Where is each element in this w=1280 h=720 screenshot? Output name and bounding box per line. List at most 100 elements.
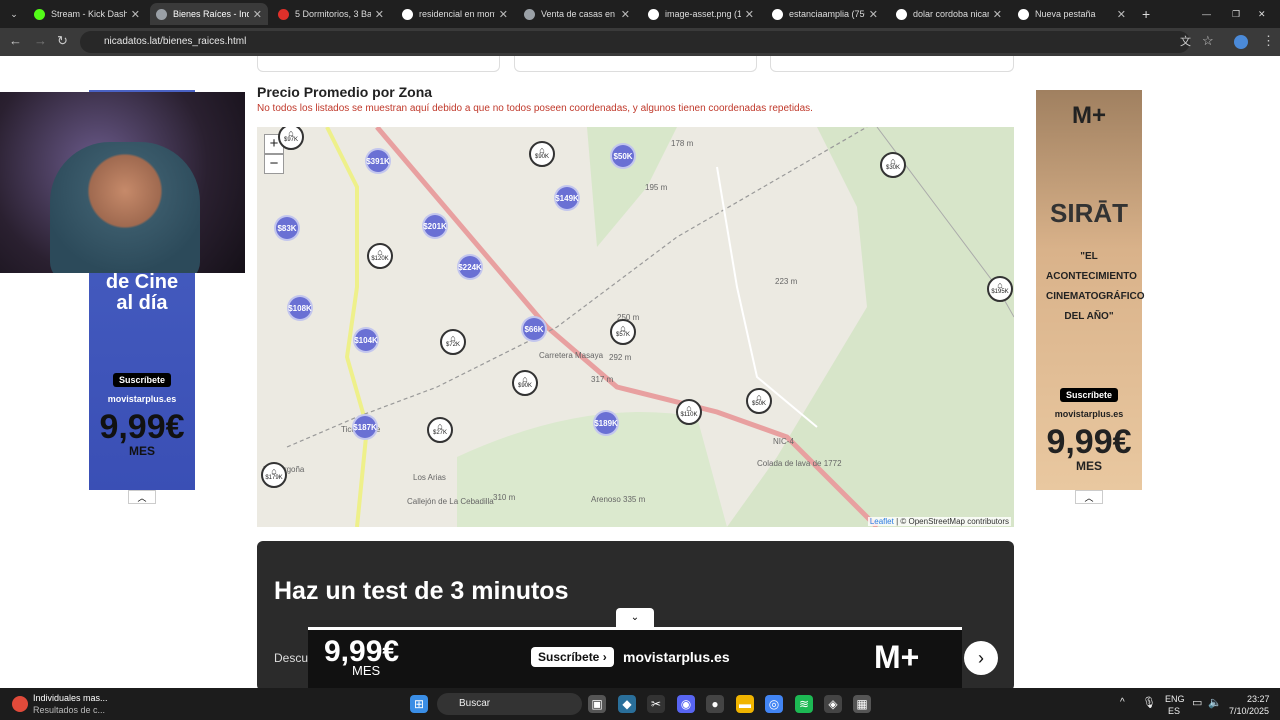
url-field[interactable]: nicadatos.lat/bienes_raices.html	[80, 31, 1190, 53]
listing-marker[interactable]: ⌂ $195K	[987, 276, 1013, 302]
start-icon[interactable]: ⊞	[410, 695, 428, 713]
left-ad-subscribe-button[interactable]: Suscríbete	[112, 373, 172, 387]
listing-marker[interactable]: ⌂ $90K	[529, 141, 555, 167]
bottom-ad-collapse-icon[interactable]: ⌄	[616, 608, 654, 628]
zone-price-marker[interactable]: $108K	[287, 295, 313, 321]
listing-marker[interactable]: ⌂ $27K	[427, 417, 453, 443]
notification-title[interactable]: Individuales mas...	[33, 693, 108, 703]
mic-icon[interactable]: 🎙	[1142, 696, 1156, 709]
listing-price: $110K	[680, 412, 698, 418]
tab-close-icon[interactable]: ✕	[1117, 8, 1126, 21]
zone-price-marker[interactable]: $149K	[554, 185, 580, 211]
listing-marker[interactable]: ⌂ $57K	[610, 319, 636, 345]
discord-icon[interactable]: ◉	[677, 695, 695, 713]
spotify-icon[interactable]: ≋	[795, 695, 813, 713]
test-title: Haz un test de 3 minutos	[274, 577, 569, 605]
browser-tab[interactable]: Nueva pestaña ✕	[1012, 3, 1132, 25]
obs-icon[interactable]: ●	[706, 695, 724, 713]
bookmark-star-icon[interactable]: ☆	[1202, 33, 1214, 49]
tab-strip: ⌄ Stream - Kick Dashboa✕Bienes Raíces - …	[0, 0, 1280, 28]
browser-tab[interactable]: estanciaamplia (750 ✕	[766, 3, 884, 25]
close-window-button[interactable]: ✕	[1252, 3, 1272, 25]
zone-price-marker[interactable]: $83K	[274, 215, 300, 241]
browser-tab[interactable]: Bienes Raíces - Indica ✕	[150, 3, 268, 25]
listing-marker[interactable]: ⌂ $50K	[746, 388, 772, 414]
forward-icon[interactable]: →	[34, 33, 47, 48]
bottom-ad-subscribe-button[interactable]: Suscríbete ›	[531, 647, 614, 667]
zone-price-marker[interactable]: $391K	[365, 148, 391, 174]
reload-icon[interactable]: ↻	[57, 33, 68, 49]
browser-tab[interactable]: Stream - Kick Dashboa ✕	[28, 3, 146, 25]
bottom-ad[interactable]: 9,99€ MES Suscríbete › movistarplus.es M…	[308, 627, 998, 688]
zone-price-marker[interactable]: $50K	[610, 143, 636, 169]
tray-chevron-icon[interactable]: ^	[1120, 697, 1125, 708]
browser-tab[interactable]: 5 Dormitorios, 3 Baño ✕	[272, 3, 390, 25]
notification-icon[interactable]	[12, 696, 28, 712]
tab-close-icon[interactable]: ✕	[375, 8, 384, 21]
back-icon[interactable]: ←	[9, 33, 22, 48]
chrome-icon[interactable]: ◎	[765, 695, 783, 713]
webcam-overlay	[0, 92, 245, 273]
notification-subtitle[interactable]: Resultados de c...	[33, 705, 105, 715]
listing-marker[interactable]: ⌂ $110K	[676, 399, 702, 425]
listing-marker[interactable]: ⌂ $179K	[261, 462, 287, 488]
clock-time[interactable]: 23:27	[1247, 694, 1270, 704]
browser-tab[interactable]: Venta de casas en Cu ✕	[518, 3, 636, 25]
zone-price-marker[interactable]: $187K	[352, 414, 378, 440]
zoom-out-button[interactable]: −	[264, 154, 284, 174]
zone-price-marker[interactable]: $66K	[521, 316, 547, 342]
tab-close-icon[interactable]: ✕	[499, 8, 508, 21]
tab-close-icon[interactable]: ✕	[993, 8, 1002, 21]
listing-marker[interactable]: ⌂ $90K	[512, 370, 538, 396]
new-tab-button[interactable]: +	[1136, 3, 1156, 25]
map-place-label: Colada de lava de 1772	[757, 459, 842, 468]
tab-close-icon[interactable]: ✕	[621, 8, 630, 21]
calculator-icon[interactable]: ▦	[853, 695, 871, 713]
tab-close-icon[interactable]: ✕	[131, 8, 140, 21]
right-ad[interactable]: M+ SIRĀT "EL ACONTECIMIENTO CINEMATOGRÁF…	[1036, 90, 1145, 490]
browser-tab[interactable]: residencial en monte ✕	[396, 3, 514, 25]
right-ad-collapse-icon[interactable]: ︿	[1075, 490, 1103, 504]
webcam-person	[50, 142, 200, 273]
browser-tab[interactable]: dolar cordoba nicara ✕	[890, 3, 1008, 25]
app-icon[interactable]: ◆	[618, 695, 636, 713]
bottom-ad-next-icon[interactable]: ›	[964, 641, 998, 675]
profile-avatar[interactable]	[1234, 35, 1248, 49]
house-icon: ⌂	[437, 421, 443, 431]
clock-date[interactable]: 7/10/2025	[1229, 706, 1269, 716]
file-explorer-icon[interactable]: ▬	[736, 695, 754, 713]
left-ad-collapse-icon[interactable]: ︿	[128, 490, 156, 504]
tab-close-icon[interactable]: ✕	[253, 8, 262, 21]
translate-icon[interactable]: 文	[1180, 33, 1191, 49]
app-diamond-icon[interactable]: ◈	[824, 695, 842, 713]
capcut-icon[interactable]: ✂	[647, 695, 665, 713]
lang-secondary[interactable]: ES	[1168, 706, 1180, 716]
browser-tab[interactable]: image-asset.png (10 ✕	[642, 3, 760, 25]
price-map[interactable]: + − TicuantepeLa BorgoñaLos AriasCallejó…	[257, 127, 1014, 527]
leaflet-link[interactable]: Leaflet	[870, 517, 894, 526]
right-ad-subscribe-button[interactable]: Suscríbete	[1059, 388, 1119, 402]
task-view-icon[interactable]: ▣	[588, 695, 606, 713]
lang-primary[interactable]: ENG	[1165, 694, 1185, 704]
tab-title: Stream - Kick Dashboa	[51, 9, 127, 19]
tab-close-icon[interactable]: ✕	[869, 8, 878, 21]
tab-favicon-icon	[648, 8, 659, 20]
listing-price: $50K	[751, 401, 766, 407]
listing-marker[interactable]: ⌂ $120K	[367, 243, 393, 269]
zone-price-marker[interactable]: $104K	[353, 327, 379, 353]
maximize-button[interactable]: ❐	[1226, 3, 1246, 25]
listing-marker[interactable]: ⌂ $30K	[880, 152, 906, 178]
house-icon: ⌂	[620, 323, 626, 333]
zone-price-marker[interactable]: $224K	[457, 254, 483, 280]
tab-close-icon[interactable]: ✕	[745, 8, 754, 21]
zone-price-marker[interactable]: $201K	[422, 213, 448, 239]
menu-icon[interactable]: ⋮	[1262, 33, 1275, 49]
volume-icon[interactable]: 🔈	[1208, 696, 1222, 709]
minimize-button[interactable]: —	[1196, 3, 1217, 25]
map-place-label: NIC-4	[773, 437, 794, 446]
taskbar-search-box[interactable]: Buscar	[437, 693, 582, 715]
zone-price-marker[interactable]: $189K	[593, 410, 619, 436]
network-icon[interactable]: ▭	[1192, 696, 1202, 709]
tab-search-button[interactable]: ⌄	[4, 3, 24, 25]
listing-marker[interactable]: ⌂ $72K	[440, 329, 466, 355]
